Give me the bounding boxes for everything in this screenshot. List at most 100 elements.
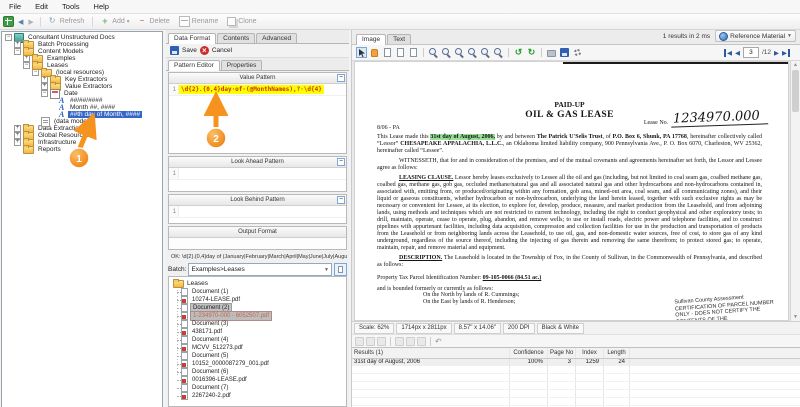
collapse-icon[interactable]: − <box>337 158 345 166</box>
batch-root-folder[interactable]: Leases <box>169 279 346 288</box>
value-pattern-row[interactable]: 1 \d{2}.{0,4}day·of·(@MonthNames),?·\d{4… <box>169 84 346 96</box>
document-item-document-3[interactable]: Document (3) <box>169 320 346 328</box>
menu-edit[interactable]: Edit <box>28 2 55 11</box>
settings-icon[interactable] <box>572 47 583 58</box>
tab-advanced[interactable]: Advanced <box>256 33 297 43</box>
document-filename[interactable]: 438171.pdf <box>190 328 224 336</box>
zoom-actual-icon[interactable] <box>493 47 504 58</box>
tree-item-reports[interactable]: Reports <box>2 146 162 153</box>
document-title[interactable]: Document (1) <box>190 288 230 296</box>
document-title[interactable]: Document (4) <box>190 336 230 344</box>
result-tool-icon[interactable] <box>366 337 375 346</box>
tree-expander[interactable]: + <box>41 83 48 90</box>
look-behind-row[interactable]: 1 <box>169 206 346 218</box>
zoom-width-icon[interactable] <box>480 47 491 58</box>
result-tool-icon[interactable] <box>377 337 386 346</box>
document-item-document-7[interactable]: Document (7) <box>169 384 346 392</box>
document-title[interactable]: Document (7) <box>190 384 230 392</box>
print-icon[interactable] <box>546 47 557 58</box>
rotate-right-icon[interactable]: ↻ <box>526 47 537 58</box>
select-area-icon[interactable] <box>395 47 406 58</box>
collapse-icon[interactable]: − <box>337 74 345 82</box>
preview-icon[interactable] <box>408 47 419 58</box>
viewer-tab-text[interactable]: Text <box>387 34 411 44</box>
result-tool-icon[interactable] <box>395 337 404 346</box>
pointer-icon[interactable] <box>356 47 367 58</box>
tree-expander[interactable]: + <box>14 139 21 146</box>
rotate-left-icon[interactable]: ↺ <box>513 47 524 58</box>
first-page-button[interactable]: ◀ <box>724 49 732 57</box>
nav-back-icon[interactable]: ◀ <box>17 18 24 26</box>
viewer-tab-image[interactable]: Image <box>356 34 386 45</box>
add-button[interactable]: Add▾ <box>98 17 132 26</box>
subtab-pattern-editor[interactable]: Pattern Editor <box>168 60 220 71</box>
tree-label[interactable]: (data model) <box>52 118 93 125</box>
menu-tools[interactable]: Tools <box>55 2 87 11</box>
tree-label[interactable]: Month ##, #### <box>68 104 117 111</box>
hand-icon[interactable] <box>369 47 380 58</box>
scroll-up-icon[interactable]: ▲ <box>793 62 798 68</box>
tree-label[interactable]: Reports <box>36 146 63 153</box>
refresh-button[interactable]: Refresh <box>46 17 88 26</box>
tree-label[interactable]: Content Models <box>36 48 86 55</box>
tree-expander[interactable]: + <box>23 55 30 62</box>
document-filename[interactable]: 10152_0000087279_001.pdf <box>190 360 271 368</box>
subtab-properties[interactable]: Properties <box>221 60 263 70</box>
document-file-438171-pdf[interactable]: 438171.pdf <box>169 328 346 336</box>
tree-item-key-extractors[interactable]: +Key Extractors <box>2 76 162 83</box>
cancel-button[interactable]: Cancel <box>212 47 232 54</box>
value-pattern-text[interactable]: \d{2}.{0,4}day·of·(@MonthNames),?·\d{4} <box>179 85 324 94</box>
tree-label[interactable]: ##/##/#### <box>68 97 105 104</box>
result-tool-icon[interactable] <box>417 337 426 346</box>
document-file-0016396-lease-pdf[interactable]: 0016396-LEASE.pdf <box>169 376 346 384</box>
tree-label[interactable]: Key Extractors <box>63 76 109 83</box>
zoom-fit-icon[interactable] <box>467 47 478 58</box>
last-page-button[interactable]: ▶ <box>782 49 790 57</box>
tree-label[interactable]: Value Extractors <box>63 83 114 90</box>
viewer-scrollbar[interactable]: ▲ ▼ <box>790 61 800 321</box>
previous-page-button[interactable]: ◀ <box>735 49 740 57</box>
collapse-icon[interactable]: − <box>337 196 345 204</box>
document-title[interactable]: Document (5) <box>190 352 230 360</box>
document-file-mcvv-512273-pdf[interactable]: MCVV_512273.pdf <box>169 344 346 352</box>
tree-expander[interactable]: + <box>14 125 21 132</box>
document-title[interactable]: Document (6) <box>190 368 230 376</box>
document-file-10152-0000087279-001-pdf[interactable]: 10152_0000087279_001.pdf <box>169 360 346 368</box>
tree-item-content-models[interactable]: − Content Models <box>2 48 162 55</box>
tree-expander[interactable]: + <box>14 132 21 139</box>
delete-button[interactable]: Delete <box>136 17 173 26</box>
menu-file[interactable]: File <box>2 2 28 11</box>
zoom-in-icon[interactable] <box>428 47 439 58</box>
tree-label[interactable]: Batch Processing <box>36 41 91 48</box>
rename-button[interactable]: Rename <box>176 16 221 27</box>
tab-contents[interactable]: Contents <box>217 33 255 43</box>
tree-item-th-day-of-month[interactable]: A##th day of Month, #### <box>2 111 162 118</box>
tree-item-local-resources[interactable]: −(local resources) <box>2 69 162 76</box>
document-title[interactable]: Document (3) <box>190 320 230 328</box>
document-filename[interactable]: MCVV_512273.pdf <box>190 344 245 352</box>
document-filename[interactable]: 2267240-2.pdf <box>190 392 233 400</box>
open-batch-button[interactable] <box>334 263 347 276</box>
tree-expander[interactable]: − <box>14 48 21 55</box>
document-item-document-4[interactable]: Document (4) <box>169 336 346 344</box>
zoom-out-icon[interactable] <box>441 47 452 58</box>
tab-data-format[interactable]: Data Format <box>168 33 216 44</box>
scroll-down-icon[interactable]: ▼ <box>793 314 798 320</box>
tree-label[interactable]: Date <box>62 90 80 97</box>
document-image-viewer[interactable]: PAID-UP OIL & GAS LEASE Lease No. 123497… <box>352 61 800 321</box>
tree-expander[interactable]: + <box>14 41 21 48</box>
snapshot-icon[interactable] <box>382 47 393 58</box>
scrollbar-thumb[interactable] <box>792 70 799 112</box>
document-file-2267240-2-pdf[interactable]: 2267240-2.pdf <box>169 392 346 400</box>
result-tool-icon[interactable] <box>406 337 415 346</box>
tree-item-examples[interactable]: +Examples <box>2 55 162 62</box>
document-file-1-234970-000-6052507-pdf[interactable]: 1-234970-000 - 6052507.pdf <box>169 312 346 320</box>
look-ahead-row[interactable]: 1 <box>169 168 346 180</box>
current-page-input[interactable]: 3 <box>743 47 759 58</box>
document-item-document-6[interactable]: Document (6) <box>169 368 346 376</box>
tree-label[interactable]: Global Resources <box>36 132 92 139</box>
tree-item-leases[interactable]: −Leases <box>2 62 162 69</box>
tree-item-item[interactable]: A##/##/#### <box>2 97 162 104</box>
tree-expander[interactable]: − <box>32 69 39 76</box>
save-button[interactable]: Save <box>182 47 197 54</box>
